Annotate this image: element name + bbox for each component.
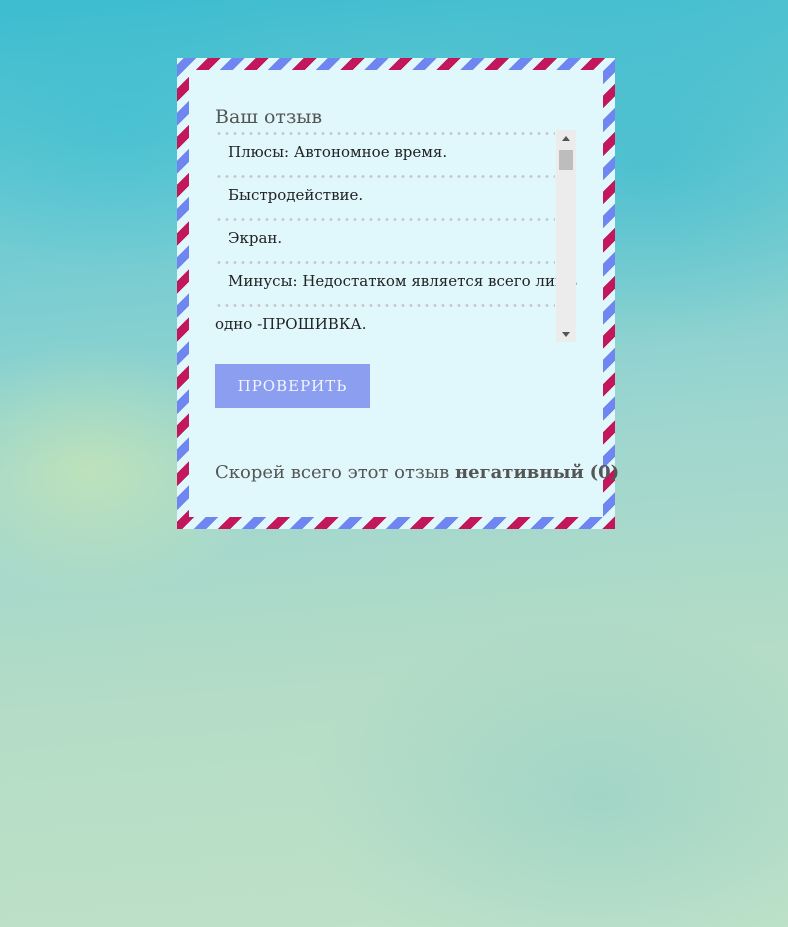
review-card: Ваш отзыв Плюсы: Автономное время. Быстр… xyxy=(177,58,619,529)
scrollbar-thumb[interactable] xyxy=(559,150,573,170)
review-line: одно -ПРОШИВКА. xyxy=(215,304,577,344)
scroll-down-arrow-icon[interactable] xyxy=(556,326,576,342)
review-label: Ваш отзыв xyxy=(215,106,323,128)
review-scrollbar[interactable] xyxy=(556,130,576,342)
review-line: Экран. xyxy=(215,218,577,261)
review-line: Быстродействие. xyxy=(215,175,577,218)
review-textarea[interactable]: Плюсы: Автономное время. Быстродействие.… xyxy=(215,132,577,344)
review-line: Минусы: Недостатком является всего лишь xyxy=(215,261,577,304)
review-card-content: Ваш отзыв Плюсы: Автономное время. Быстр… xyxy=(189,70,619,517)
result-score: (0) xyxy=(589,462,620,483)
result-prefix: Скорей всего этот отзыв xyxy=(215,462,450,483)
review-line: Плюсы: Автономное время. xyxy=(215,132,577,175)
check-button[interactable]: ПРОВЕРИТЬ xyxy=(215,364,370,408)
scroll-up-arrow-icon[interactable] xyxy=(556,130,576,146)
result-text: Скорей всего этот отзыв негативный (0) xyxy=(215,462,619,484)
result-sentiment: негативный xyxy=(454,462,584,483)
